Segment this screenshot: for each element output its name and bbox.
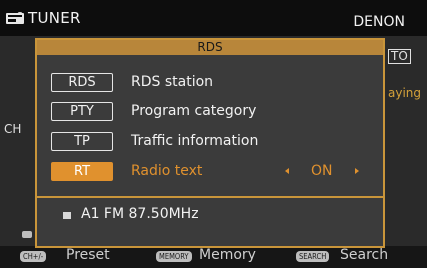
playing-status: aying: [388, 86, 422, 100]
menu-item-rt[interactable]: RT Radio text ON: [51, 162, 371, 181]
tuner-icon: [6, 12, 24, 24]
key-hint-icon: [22, 231, 32, 238]
dialog-divider: [37, 196, 383, 198]
menu-key-pty: PTY: [51, 102, 113, 121]
channel-label: CH: [4, 122, 22, 136]
memory-key-hint: MEMORY: [156, 251, 192, 262]
station-icon: [63, 212, 71, 219]
top-bar: TUNER DENON: [0, 0, 427, 36]
rt-value[interactable]: ON: [311, 162, 333, 181]
left-arrow-icon[interactable]: [285, 168, 289, 174]
brand-logo: DENON: [353, 14, 405, 30]
auto-badge: TO: [388, 49, 411, 64]
menu-label-tp: Traffic information: [131, 133, 259, 149]
menu-label-pty: Program category: [131, 103, 257, 119]
dialog-title: RDS: [37, 40, 383, 55]
menu-item-tp[interactable]: TP Traffic information: [51, 132, 371, 151]
menu-item-pty[interactable]: PTY Program category: [51, 102, 371, 121]
search-key-hint: SEARCH: [296, 251, 330, 262]
right-arrow-icon[interactable]: [355, 168, 359, 174]
menu-label-rt: Radio text: [131, 163, 203, 179]
station-info: A1 FM 87.50MHz: [81, 206, 199, 222]
source-title: TUNER: [28, 9, 81, 27]
rds-dialog: RDS RDS RDS station PTY Program category…: [35, 38, 385, 248]
menu-label-rds: RDS station: [131, 74, 214, 90]
memory-label: Memory: [199, 247, 256, 263]
menu-key-rt: RT: [51, 162, 113, 181]
ch-key-hint: CH+/-: [20, 251, 47, 262]
preset-label: Preset: [66, 247, 110, 263]
menu-key-tp: TP: [51, 132, 113, 151]
menu-item-rds[interactable]: RDS RDS station: [51, 73, 371, 92]
menu-key-rds: RDS: [51, 73, 113, 92]
search-label: Search: [340, 247, 389, 263]
